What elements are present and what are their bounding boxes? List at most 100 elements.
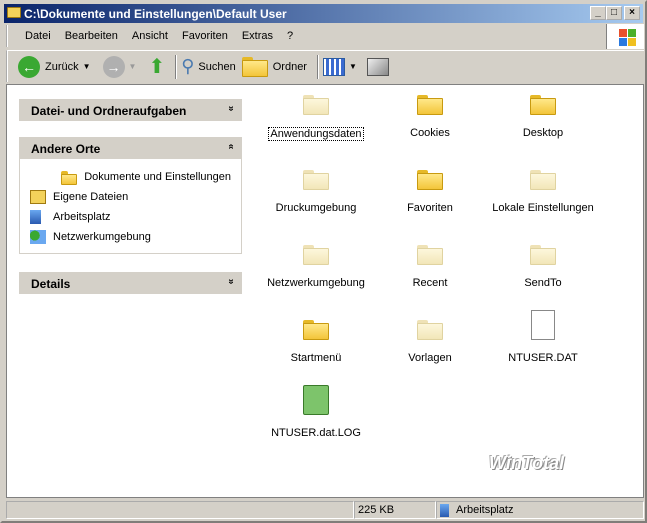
folder-icon — [417, 245, 443, 265]
other-places-panel: Andere Orte « Dokumente und Einstellungen… — [19, 137, 242, 254]
computer-icon — [30, 210, 41, 224]
place-label: Arbeitsplatz — [53, 211, 111, 223]
file-item[interactable]: Desktop — [488, 95, 598, 139]
file-item[interactable]: Cookies — [375, 95, 485, 139]
bin-icon — [366, 57, 389, 76]
file-item[interactable]: NTUSER.DAT — [488, 310, 598, 364]
status-zone-label: Arbeitsplatz — [456, 504, 514, 516]
content-area: Datei- und Ordneraufgaben » Andere Orte « … — [6, 84, 644, 498]
details-header[interactable]: Details » — [19, 272, 242, 294]
folder-icon — [303, 95, 329, 115]
wintotal-watermark: WinTotal — [489, 453, 565, 473]
place-dokumente[interactable]: Dokumente und Einstellungen — [30, 167, 231, 187]
views-dropdown-icon: ▼ — [348, 62, 357, 71]
menu-datei[interactable]: Datei — [18, 30, 58, 42]
file-item[interactable]: Recent — [375, 245, 485, 289]
file-item-label: Druckumgebung — [275, 202, 357, 214]
menu-help[interactable]: ? — [280, 30, 300, 42]
menu-bar: Datei Bearbeiten Ansicht Favoriten Extra… — [6, 25, 606, 47]
file-item[interactable]: Startmenü — [261, 320, 371, 364]
place-eigene-dateien[interactable]: Eigene Dateien — [30, 187, 231, 207]
forward-arrow-icon: → — [102, 55, 125, 78]
folders-button[interactable]: Ordner — [241, 56, 307, 77]
file-item-label: NTUSER.dat.LOG — [271, 427, 361, 439]
trash-button[interactable] — [366, 57, 389, 76]
folders-icon — [241, 56, 268, 77]
status-bar: 225 KB Arbeitsplatz — [6, 501, 644, 521]
file-item-label: Netzwerkumgebung — [267, 277, 365, 289]
file-item[interactable]: Favoriten — [375, 170, 485, 214]
folder-icon — [7, 7, 21, 18]
search-button[interactable]: ⚲ Suchen — [181, 56, 236, 77]
back-button[interactable]: ← Zurück ▼ — [18, 55, 97, 78]
file-item-label: NTUSER.DAT — [508, 352, 578, 364]
status-zone: Arbeitsplatz — [436, 501, 644, 519]
file-item[interactable]: Lokale Einstellungen — [488, 170, 598, 214]
file-item-label: SendTo — [524, 277, 562, 289]
back-label: Zurück — [45, 60, 79, 73]
search-label: Suchen — [198, 60, 236, 73]
file-icon — [531, 310, 555, 340]
menu-extras[interactable]: Extras — [235, 30, 280, 42]
chevron-down-icon[interactable]: » — [226, 279, 237, 285]
close-button[interactable]: × — [624, 6, 640, 20]
menu-ansicht[interactable]: Ansicht — [125, 30, 175, 42]
other-places-header[interactable]: Andere Orte « — [19, 137, 242, 159]
file-tasks-title: Datei- und Ordneraufgaben — [31, 104, 187, 118]
file-item[interactable]: SendTo — [488, 245, 598, 289]
file-item-label: Desktop — [522, 127, 564, 139]
views-icon — [322, 57, 345, 76]
folder-up-icon: ⬆ — [148, 56, 166, 78]
file-item[interactable]: Druckumgebung — [261, 170, 371, 214]
folder-icon — [303, 320, 329, 340]
views-button[interactable]: ▼ — [322, 57, 361, 76]
back-arrow-icon: ← — [18, 55, 40, 78]
place-netzwerkumgebung[interactable]: Netzwerkumgebung — [30, 227, 231, 247]
chevron-up-icon[interactable]: « — [226, 144, 237, 150]
computer-icon — [440, 503, 449, 517]
status-text — [6, 501, 354, 519]
place-label: Netzwerkumgebung — [53, 231, 151, 243]
documents-folder-icon — [30, 190, 46, 204]
details-panel: Details » — [19, 272, 242, 294]
file-item-label: Lokale Einstellungen — [492, 202, 594, 214]
place-label: Dokumente und Einstellungen — [84, 171, 231, 183]
file-item-label: Cookies — [410, 127, 450, 139]
folder-icon — [303, 245, 329, 265]
forward-button[interactable]: → ▼ — [102, 55, 143, 78]
folder-icon — [530, 170, 556, 190]
folders-label: Ordner — [272, 60, 307, 73]
file-tasks-panel: Datei- und Ordneraufgaben » — [19, 99, 242, 121]
window-title: C:\Dokumente und Einstellungen\Default U… — [24, 6, 287, 21]
toolbar-separator — [316, 54, 319, 79]
menu-favoriten[interactable]: Favoriten — [175, 30, 235, 42]
file-item[interactable]: NTUSER.dat.LOG — [261, 385, 371, 439]
chevron-down-icon[interactable]: » — [226, 106, 237, 112]
up-button[interactable]: ⬆ — [148, 54, 165, 79]
file-item-label: Vorlagen — [408, 352, 452, 364]
file-item[interactable]: Netzwerkumgebung — [261, 245, 371, 289]
other-places-title: Andere Orte — [31, 142, 101, 156]
file-tasks-header[interactable]: Datei- und Ordneraufgaben » — [19, 99, 242, 121]
folder-icon — [417, 320, 443, 340]
windows-logo-icon — [606, 24, 644, 49]
folder-icon — [303, 170, 329, 190]
file-item[interactable]: Vorlagen — [375, 320, 485, 364]
notepad-log-icon — [303, 385, 329, 415]
folder-icon — [530, 95, 556, 115]
details-title: Details — [31, 277, 71, 291]
maximize-button[interactable]: □ — [606, 6, 622, 20]
menu-bearbeiten[interactable]: Bearbeiten — [58, 30, 125, 42]
minimize-button[interactable]: _ — [590, 6, 606, 20]
title-bar[interactable]: C:\Dokumente und Einstellungen\Default U… — [4, 4, 643, 23]
back-dropdown-icon[interactable]: ▼ — [83, 62, 91, 71]
file-item-label: Startmenü — [290, 352, 342, 364]
folder-icon — [417, 95, 443, 115]
forward-dropdown-icon[interactable]: ▼ — [129, 62, 137, 71]
place-arbeitsplatz[interactable]: Arbeitsplatz — [30, 207, 231, 227]
toolbar-separator — [175, 54, 178, 79]
toolbar: ← Zurück ▼ → ▼ ⬆ ⚲ Suchen Ordner ▼ — [6, 50, 644, 82]
file-item-label: Recent — [412, 277, 448, 289]
file-item[interactable]: Anwendungsdaten — [261, 95, 371, 141]
folder-icon — [417, 170, 443, 190]
